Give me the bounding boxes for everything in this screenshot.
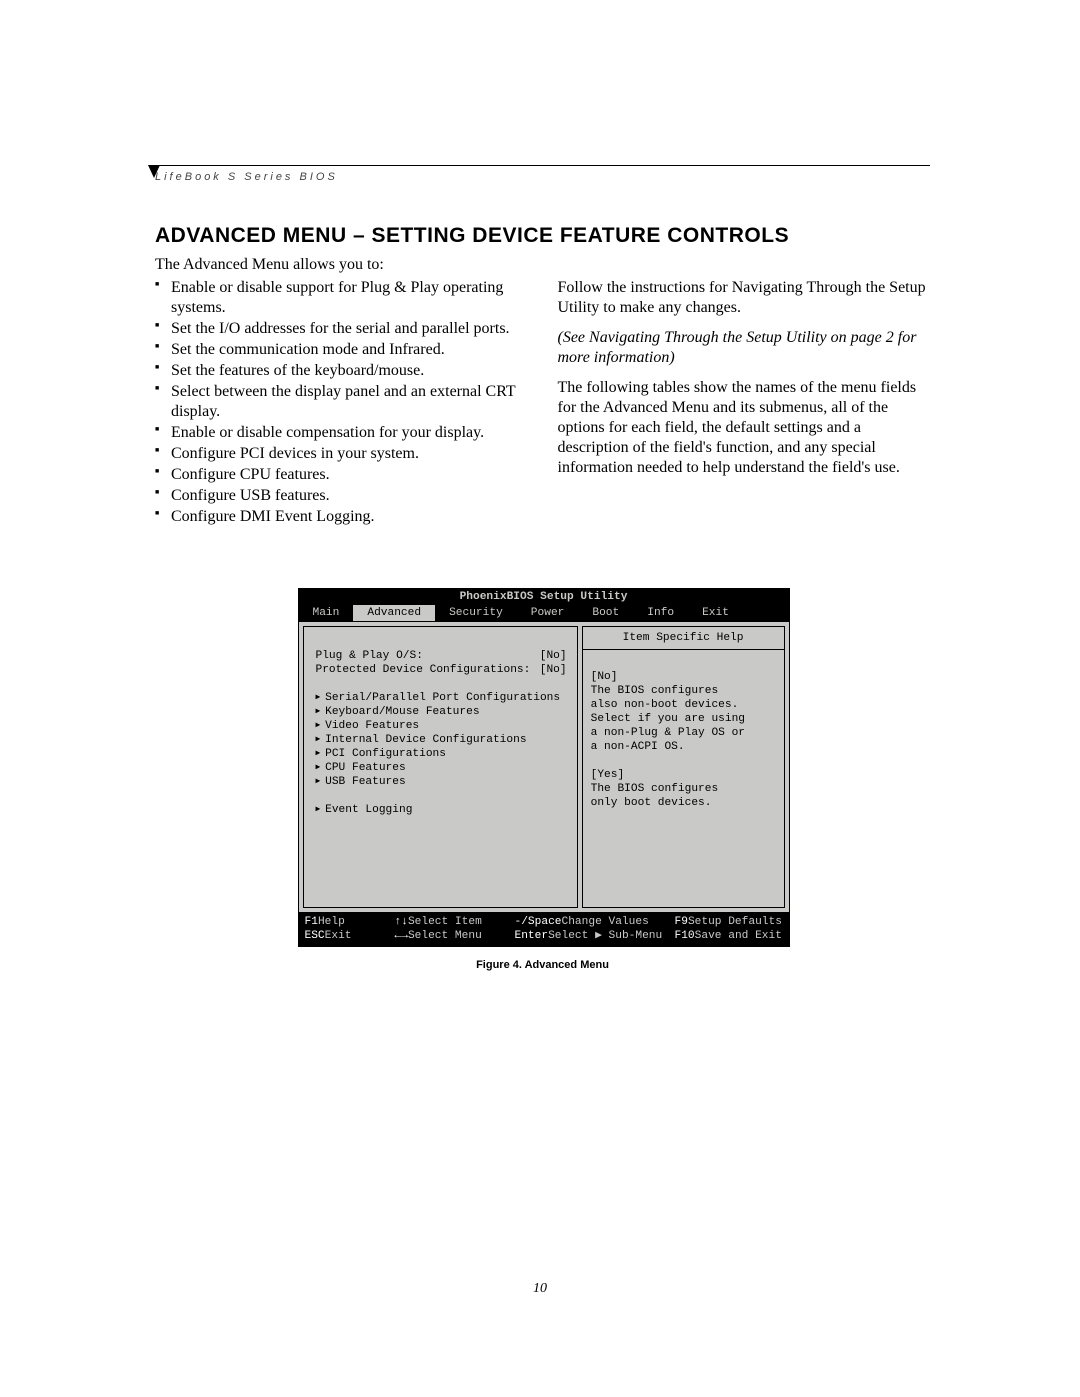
bios-submenu-item[interactable]: Video Features xyxy=(316,719,567,733)
bios-field-value[interactable]: [No] xyxy=(540,663,567,677)
bullet-item: Enable or disable support for Plug & Pla… xyxy=(169,278,528,318)
bios-footer-action: Save and Exit xyxy=(695,929,782,943)
bios-help-line xyxy=(591,754,776,768)
bios-footer-hint: F10 Save and Exit xyxy=(675,929,782,943)
bios-footer-key: -/Space xyxy=(515,915,562,929)
bullet-item: Enable or disable compensation for your … xyxy=(169,423,528,443)
bios-field[interactable]: Protected Device Configurations:[No] xyxy=(316,663,567,677)
bios-tab-boot[interactable]: Boot xyxy=(578,605,633,621)
bios-field-value[interactable]: [No] xyxy=(540,649,567,663)
paragraph-italic: (See Navigating Through the Setup Utilit… xyxy=(558,328,931,368)
bios-footer-action: Exit xyxy=(325,929,352,943)
bios-field-label: Protected Device Configurations: xyxy=(316,663,540,677)
bios-footer-hint: -/Space Change Values xyxy=(515,915,675,929)
content-columns: The Advanced Menu allows you to: Enable … xyxy=(155,256,930,528)
bullet-item: Configure DMI Event Logging. xyxy=(169,507,528,527)
bios-footer-action: Help xyxy=(318,915,345,929)
bullet-item: Configure CPU features. xyxy=(169,465,528,485)
bios-submenu-item[interactable]: Event Logging xyxy=(316,803,567,817)
bios-submenu-item[interactable]: CPU Features xyxy=(316,761,567,775)
bios-footer-row: F1 Help↑↓ Select Item-/Space Change Valu… xyxy=(305,915,783,929)
header-rule: LifeBook S Series BIOS xyxy=(155,165,930,194)
bios-footer-action: Change Values xyxy=(562,915,649,929)
figure-caption: Figure 4. Advanced Menu xyxy=(298,959,788,971)
bios-help-line: a non-Plug & Play OS or xyxy=(591,726,776,740)
bios-submenu-item[interactable]: USB Features xyxy=(316,775,567,789)
bios-footer-key: F1 xyxy=(305,915,318,929)
bios-help-line: [No] xyxy=(591,670,776,684)
bios-footer-key: ESC xyxy=(305,929,325,943)
bullet-item: Configure USB features. xyxy=(169,486,528,506)
bios-help-line: a non-ACPI OS. xyxy=(591,740,776,754)
bios-tab-main[interactable]: Main xyxy=(299,605,354,621)
bios-footer-action: Select Item xyxy=(408,915,482,929)
left-column: Enable or disable support for Plug & Pla… xyxy=(155,278,528,528)
bios-field-label: Plug & Play O/S: xyxy=(316,649,540,663)
bullet-item: Set the communication mode and Infrared. xyxy=(169,340,528,360)
bios-footer-key: F9 xyxy=(675,915,688,929)
bios-tab-advanced[interactable]: Advanced xyxy=(353,605,435,621)
bios-help-line: [Yes] xyxy=(591,768,776,782)
bios-footer-hint: Enter Select ▶ Sub-Menu xyxy=(515,929,675,943)
feature-bullet-list: Enable or disable support for Plug & Pla… xyxy=(155,278,528,527)
bios-tab-power[interactable]: Power xyxy=(517,605,579,621)
bullet-item: Set the I/O addresses for the serial and… xyxy=(169,319,528,339)
bios-tab-security[interactable]: Security xyxy=(435,605,517,621)
page-title: ADVANCED MENU – SETTING DEVICE FEATURE C… xyxy=(155,224,930,248)
bios-footer-hint: ←→ Select Menu xyxy=(395,929,515,943)
bios-figure: PhoenixBIOS Setup Utility MainAdvancedSe… xyxy=(298,588,788,971)
bios-footer-hint: F1 Help xyxy=(305,915,395,929)
bios-help-line: Select if you are using xyxy=(591,712,776,726)
bios-submenu-item[interactable]: Keyboard/Mouse Features xyxy=(316,705,567,719)
bios-footer-action: Setup Defaults xyxy=(688,915,782,929)
bios-submenu-item[interactable]: PCI Configurations xyxy=(316,747,567,761)
bios-footer-key: Enter xyxy=(515,929,549,943)
bios-footer-key: ↑↓ xyxy=(395,915,408,929)
bios-footer-hint: ESC Exit xyxy=(305,929,395,943)
paragraph: Follow the instructions for Navigating T… xyxy=(558,278,931,318)
bios-left-pane: Plug & Play O/S:[No]Protected Device Con… xyxy=(303,626,578,908)
right-column: Follow the instructions for Navigating T… xyxy=(558,278,931,528)
bios-window-title: PhoenixBIOS Setup Utility xyxy=(299,589,789,605)
bios-tab-bar: MainAdvancedSecurityPowerBootInfoExit xyxy=(299,605,789,621)
page-number: 10 xyxy=(0,1281,1080,1297)
running-header: LifeBook S Series BIOS xyxy=(155,171,930,183)
intro-text: The Advanced Menu allows you to: xyxy=(155,256,930,274)
header-triangle-icon xyxy=(148,165,160,178)
bios-footer-key: F10 xyxy=(675,929,695,943)
bios-footer-hint: F9 Setup Defaults xyxy=(675,915,782,929)
bios-tab-info[interactable]: Info xyxy=(633,605,688,621)
bios-footer-hint: ↑↓ Select Item xyxy=(395,915,515,929)
paragraph: The following tables show the names of t… xyxy=(558,378,931,478)
bios-footer: F1 Help↑↓ Select Item-/Space Change Valu… xyxy=(299,913,789,946)
bios-footer-row: ESC Exit←→ Select MenuEnter Select ▶ Sub… xyxy=(305,929,783,943)
bios-help-line: The BIOS configures xyxy=(591,684,776,698)
bios-help-line: only boot devices. xyxy=(591,796,776,810)
bios-help-title: Item Specific Help xyxy=(583,627,784,650)
document-page: LifeBook S Series BIOS ADVANCED MENU – S… xyxy=(0,0,1080,1397)
bios-footer-action: Select Menu xyxy=(408,929,482,943)
bios-body: Plug & Play O/S:[No]Protected Device Con… xyxy=(299,621,789,913)
bios-submenu-item[interactable]: Serial/Parallel Port Configurations xyxy=(316,691,567,705)
bios-window: PhoenixBIOS Setup Utility MainAdvancedSe… xyxy=(298,588,790,947)
bios-help-line: The BIOS configures xyxy=(591,782,776,796)
bios-field[interactable]: Plug & Play O/S:[No] xyxy=(316,649,567,663)
bios-help-pane: Item Specific Help [No]The BIOS configur… xyxy=(582,626,785,908)
bios-submenu-item[interactable]: Internal Device Configurations xyxy=(316,733,567,747)
bullet-item: Configure PCI devices in your system. xyxy=(169,444,528,464)
bios-help-line: also non-boot devices. xyxy=(591,698,776,712)
bios-help-body: [No]The BIOS configuresalso non-boot dev… xyxy=(583,650,784,907)
bios-footer-action: Select ▶ Sub-Menu xyxy=(548,929,662,943)
bios-footer-key: ←→ xyxy=(395,929,408,943)
bullet-item: Set the features of the keyboard/mouse. xyxy=(169,361,528,381)
bullet-item: Select between the display panel and an … xyxy=(169,382,528,422)
bios-tab-exit[interactable]: Exit xyxy=(688,605,743,621)
